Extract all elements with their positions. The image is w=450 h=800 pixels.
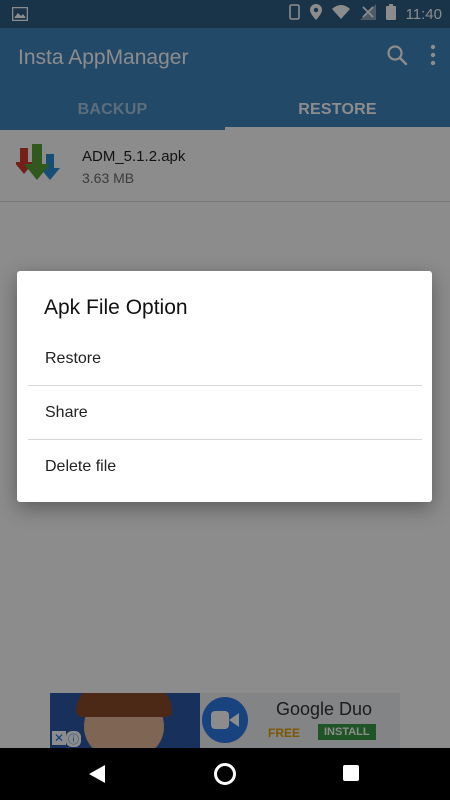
dialog-options: Restore Share Delete file xyxy=(28,332,422,494)
share-option[interactable]: Share xyxy=(28,386,422,440)
navigation-bar xyxy=(0,748,450,800)
home-icon[interactable] xyxy=(214,763,236,785)
recent-apps-icon[interactable] xyxy=(343,765,359,781)
apk-options-dialog: Apk File Option Restore Share Delete fil… xyxy=(17,271,432,502)
restore-option[interactable]: Restore xyxy=(28,332,422,386)
back-icon[interactable] xyxy=(89,765,105,788)
dialog-title: Apk File Option xyxy=(44,296,188,319)
delete-file-option[interactable]: Delete file xyxy=(28,440,422,494)
